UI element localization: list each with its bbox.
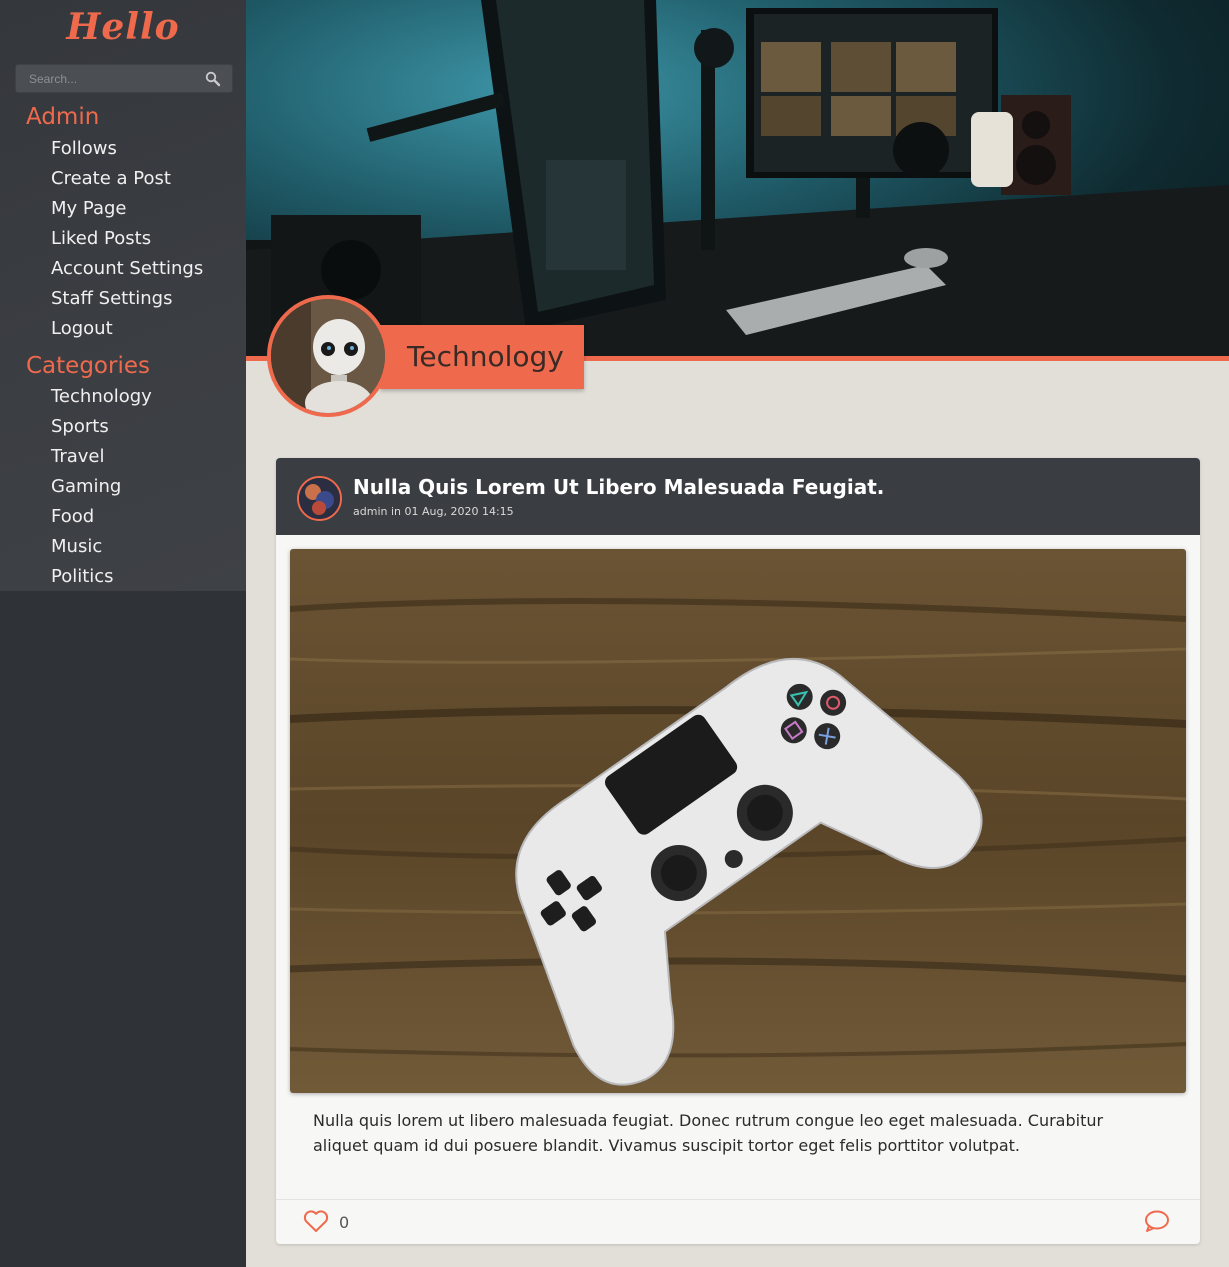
category-item-travel[interactable]: Travel [51,442,152,472]
category-item-food[interactable]: Food [51,502,152,532]
heart-icon[interactable] [303,1209,329,1233]
search-icon[interactable] [205,71,221,87]
post-meta: admin in 01 Aug, 2020 14:15 [353,505,514,518]
category-title: Technology [380,325,584,389]
post-body: Nulla quis lorem ut libero malesuada feu… [313,1111,1104,1155]
category-item-sports[interactable]: Sports [51,412,152,442]
game-controller-image [290,549,1186,1093]
admin-menu: Follows Create a Post My Page Liked Post… [51,134,203,344]
menu-item-staff-settings[interactable]: Staff Settings [51,284,203,314]
post-card: Nulla Quis Lorem Ut Libero Malesuada Feu… [276,458,1200,1244]
robot-avatar-image [271,299,385,413]
menu-item-my-page[interactable]: My Page [51,194,203,224]
menu-item-account-settings[interactable]: Account Settings [51,254,203,284]
desk-setup-illustration [246,0,1229,358]
categories-heading: Categories [26,353,150,379]
menu-item-liked-posts[interactable]: Liked Posts [51,224,203,254]
post-header: Nulla Quis Lorem Ut Libero Malesuada Feu… [276,458,1200,535]
menu-item-follows[interactable]: Follows [51,134,203,164]
author-avatar-image [299,478,340,519]
menu-item-create-post[interactable]: Create a Post [51,164,203,194]
search-box [15,64,233,93]
category-item-music[interactable]: Music [51,532,152,562]
category-item-gaming[interactable]: Gaming [51,472,152,502]
admin-heading: Admin [26,104,100,130]
categories-menu: Technology Sports Travel Gaming Food Mus… [51,382,152,592]
category-banner-image [246,0,1229,358]
post-footer: 0 [276,1199,1200,1244]
site-logo[interactable]: Hello [0,6,246,48]
author-avatar[interactable] [297,476,342,521]
category-item-technology[interactable]: Technology [51,382,152,412]
search-input[interactable] [16,65,204,92]
post-title[interactable]: Nulla Quis Lorem Ut Libero Malesuada Feu… [353,475,884,499]
comment-icon[interactable] [1144,1209,1170,1233]
sidebar-menu-panel: Hello Admin Follows Create a Post My Pag… [0,0,246,591]
like-count: 0 [339,1213,350,1232]
post-image[interactable] [290,549,1186,1093]
sidebar: Hello Admin Follows Create a Post My Pag… [0,0,246,1267]
category-avatar [267,295,389,417]
category-item-politics[interactable]: Politics [51,562,152,592]
menu-item-logout[interactable]: Logout [51,314,203,344]
